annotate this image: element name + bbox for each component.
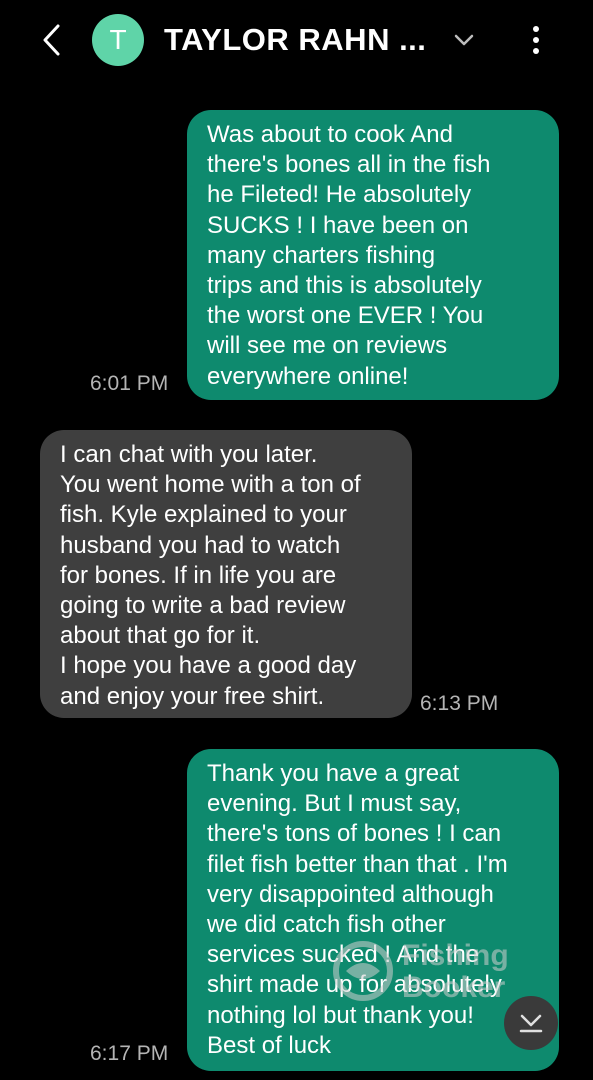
message-line: Was about to cook And — [207, 121, 453, 148]
message-line: going to write a bad review — [60, 592, 346, 620]
message-line: everywhere online! — [207, 362, 409, 390]
avatar[interactable]: T — [92, 14, 144, 66]
message-line: shirt made up for absolutely — [207, 971, 502, 999]
message-timestamp: 6:17 PM — [90, 1042, 169, 1065]
message-line: will see me on reviews — [207, 332, 448, 360]
message-line: for bones. If in life you are — [60, 561, 337, 589]
message-line: Best of luck — [207, 1031, 332, 1059]
message-timestamp: 6:13 PM — [420, 692, 499, 715]
message-line: the worst one EVER ! You — [207, 302, 484, 330]
message-line: I can chat with you later. — [60, 441, 318, 468]
message-line: and enjoy your free shirt. — [60, 682, 325, 710]
more-options-button[interactable] — [522, 22, 550, 58]
message-line: I hope you have a good day — [60, 652, 357, 680]
back-arrow-icon — [43, 24, 60, 56]
scroll-to-bottom-button[interactable] — [504, 996, 558, 1050]
message-line: about that go for it. — [60, 622, 261, 650]
message-bubble-received[interactable]: I can chat with you later. You went home… — [40, 430, 412, 718]
message-line: SUCKS ! I have been on — [207, 211, 469, 239]
message-line: nothing lol but thank you! — [207, 1001, 474, 1029]
message-line: services sucked ! And the — [207, 941, 480, 969]
message-timestamp: 6:01 PM — [90, 372, 169, 395]
message-line: You went home with a ton of — [60, 471, 361, 499]
contact-name[interactable]: TAYLOR RAHN ... — [164, 20, 434, 60]
message-bubble-sent[interactable]: Was about to cook And there's bones all … — [187, 110, 559, 400]
message-line: there's bones all in the fish — [207, 151, 491, 179]
message-line: fish. Kyle explained to your — [60, 501, 347, 529]
message-line: there's tons of bones ! I can — [207, 820, 502, 848]
message-line: Thank you have a great — [207, 760, 460, 787]
message-line: husband you had to watch — [60, 531, 341, 559]
message-line: filet fish better than that . I'm — [207, 850, 508, 878]
back-button[interactable] — [34, 22, 70, 58]
message-line: many charters fishing — [207, 241, 436, 269]
scroll-to-bottom-icon — [519, 1014, 543, 1033]
more-vertical-icon — [533, 26, 539, 54]
expand-contact-button[interactable] — [448, 24, 480, 56]
conversation-header: T TAYLOR RAHN ... — [0, 0, 593, 80]
message-line: trips and this is absolutely — [207, 272, 482, 300]
message-line: evening. But I must say, — [207, 790, 462, 818]
message-line: very disappointed although — [207, 880, 494, 908]
message-line: he Fileted! He absolutely — [207, 181, 472, 209]
chevron-down-icon — [454, 34, 474, 46]
message-line: we did catch fish other — [207, 911, 446, 939]
